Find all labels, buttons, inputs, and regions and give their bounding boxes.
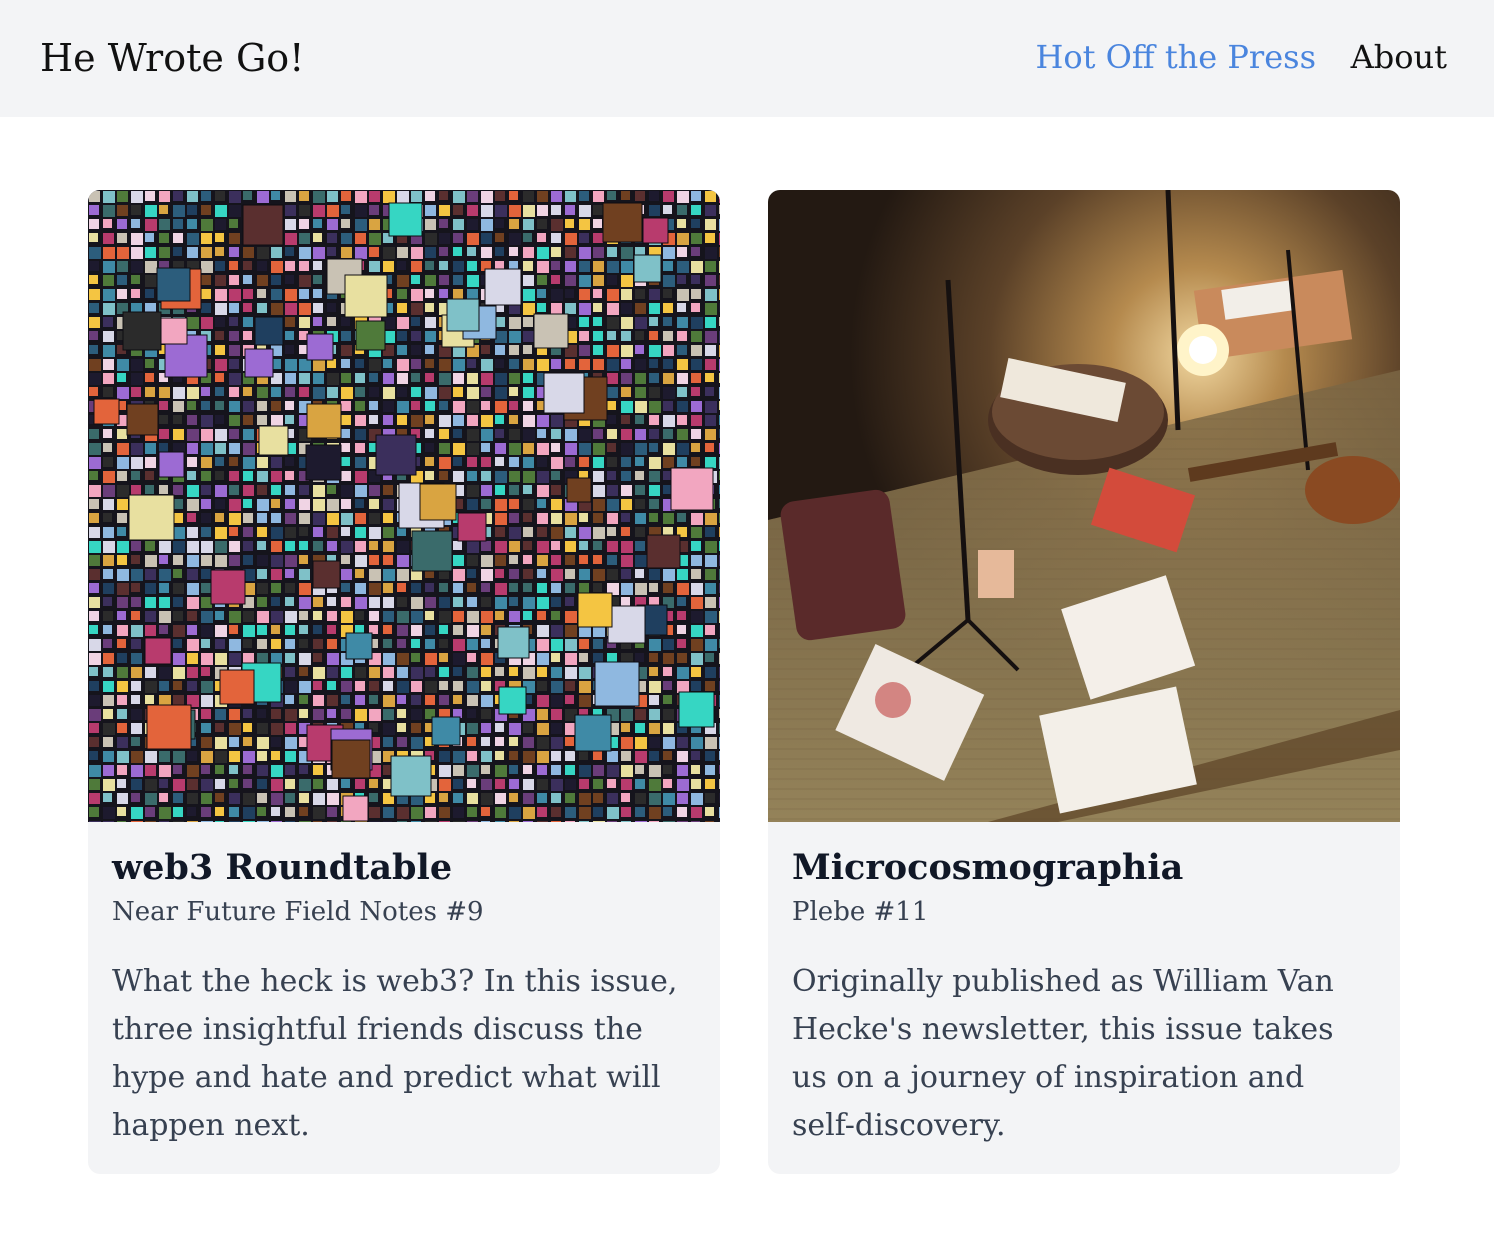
card-body: web3 Roundtable Near Future Field Notes … (88, 822, 720, 1150)
card-subtitle: Plebe #11 (792, 897, 929, 927)
nav-link-hot-off-the-press[interactable]: Hot Off the Press (1035, 36, 1316, 78)
card-title[interactable]: web3 Roundtable (112, 846, 696, 890)
card-image-mosaic[interactable] (88, 190, 720, 822)
site-header: He Wrote Go! Hot Off the Press About (0, 0, 1494, 117)
card-description: What the heck is web3? In this issue, th… (112, 964, 678, 1143)
mosaic-image (88, 190, 720, 822)
issue-card[interactable]: Microcosmographia Plebe #11 Originally p… (768, 190, 1400, 1174)
card-title[interactable]: Microcosmographia (792, 846, 1376, 890)
room-photo-image (768, 190, 1400, 822)
issue-card[interactable]: web3 Roundtable Near Future Field Notes … (88, 190, 720, 1174)
card-body: Microcosmographia Plebe #11 Originally p… (768, 822, 1400, 1150)
nav-link-about[interactable]: About (1351, 36, 1447, 78)
site-title-link[interactable]: He Wrote Go! (40, 34, 304, 82)
card-description: Originally published as William Van Heck… (792, 964, 1334, 1143)
card-subtitle: Near Future Field Notes #9 (112, 897, 484, 927)
card-image-room[interactable] (768, 190, 1400, 822)
